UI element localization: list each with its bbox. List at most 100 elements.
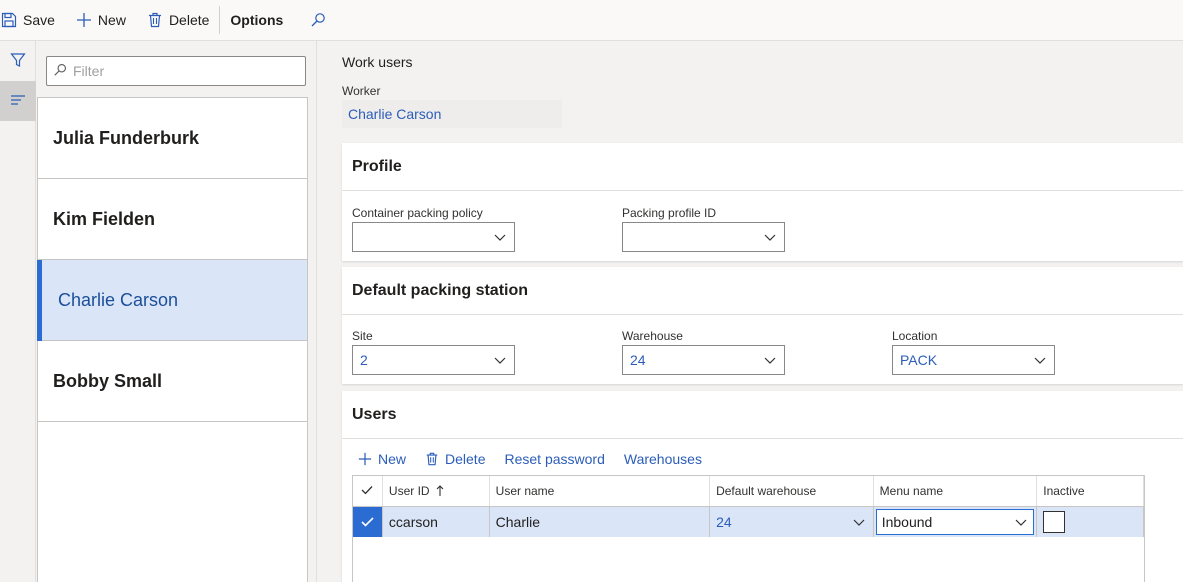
user-name-value: Charlie [495,514,541,530]
container-policy-label: Container packing policy [352,206,483,220]
left-rail [0,41,36,582]
row-select-checkbox[interactable] [353,507,383,537]
container-policy-field: Container packing policy [352,205,515,252]
profile-title: Profile [352,157,402,175]
save-button[interactable]: Save [0,0,55,41]
users-header[interactable]: Users [342,391,1183,439]
warehouse-value: 24 [630,352,646,368]
packing-station-header[interactable]: Default packing station [342,267,1183,315]
list-item[interactable]: Bobby Small [38,341,307,422]
users-grid: User ID User name Default warehouse Menu… [352,475,1145,582]
location-label: Location [892,329,938,343]
table-row[interactable]: ccarson Charlie 24 Inbound [353,507,1145,537]
location-field: Location PACK [892,328,1055,375]
search-button[interactable] [309,0,332,41]
list-view-button[interactable] [0,81,36,121]
inactive-header-label: Inactive [1043,484,1085,498]
checkmark-icon [361,514,374,530]
user-id-header-label: User ID [388,484,430,498]
location-value: PACK [900,352,938,368]
warehouse-label: Warehouse [622,329,683,343]
delete-label: Delete [168,12,210,28]
users-section: Users New Delete Reset password Warehous… [342,391,1183,582]
filter-box[interactable] [46,56,306,86]
list-item[interactable]: Julia Funderburk [38,98,307,179]
funnel-icon [10,52,26,71]
menu-name-value: Inbound [881,514,933,530]
column-header-default-warehouse[interactable]: Default warehouse [710,476,874,506]
inactive-checkbox[interactable] [1043,511,1066,533]
delete-button[interactable]: Delete [146,0,209,41]
users-new-button[interactable]: New [358,451,406,467]
warehouse-combo[interactable]: 24 [622,345,785,375]
location-combo[interactable]: PACK [892,345,1055,375]
page-caption: Work users [342,54,413,70]
user-name-cell[interactable]: Charlie [490,507,711,537]
column-header-inactive[interactable]: Inactive [1037,476,1144,506]
menu-name-combo[interactable]: Inbound [875,509,1035,535]
filter-input[interactable] [73,63,293,79]
menu-name-cell[interactable]: Inbound [874,507,1038,537]
new-label: New [97,12,126,28]
user-name-header-label: User name [495,484,555,498]
packing-profile-field: Packing profile ID [622,205,785,252]
packing-station-section: Default packing station Site 2 Warehouse… [342,267,1183,384]
profile-header[interactable]: Profile [342,143,1183,191]
chevron-down-icon [494,229,506,245]
options-label: Options [230,12,284,28]
plus-icon [75,11,93,29]
packing-profile-combo[interactable] [622,222,785,252]
packing-profile-label: Packing profile ID [622,206,717,220]
chevron-down-icon [1015,514,1027,530]
worker-list: Julia Funderburk Kim Fielden Charlie Car… [37,97,308,582]
users-toolbar: New Delete Reset password Warehouses [358,449,721,469]
chevron-down-icon [494,352,506,368]
grid-header: User ID User name Default warehouse Menu… [353,476,1144,507]
toolbar-divider [219,6,221,34]
list-item-selected[interactable]: Charlie Carson [37,260,307,341]
action-pane: Save New Delete Options [0,0,1183,41]
list-icon [10,92,26,111]
user-id-cell[interactable]: ccarson [383,507,490,537]
chevron-down-icon [764,229,776,245]
worker-field[interactable]: Charlie Carson [342,100,562,128]
reset-password-label: Reset password [504,451,605,467]
search-icon [53,63,67,80]
worker-label: Worker [342,84,381,98]
users-title: Users [352,405,397,423]
sort-ascending-icon [436,485,444,497]
site-combo[interactable]: 2 [352,345,515,375]
site-value: 2 [360,352,368,368]
column-header-menu-name[interactable]: Menu name [874,476,1038,506]
default-warehouse-header-label: Default warehouse [716,484,817,498]
chevron-down-icon [764,352,776,368]
warehouse-field: Warehouse 24 [622,328,785,375]
users-delete-button[interactable]: Delete [425,451,485,467]
container-policy-combo[interactable] [352,222,515,252]
list-pane: Julia Funderburk Kim Fielden Charlie Car… [37,41,317,582]
profile-section: Profile Container packing policy Packing… [342,143,1183,261]
column-header-user-id[interactable]: User ID [383,476,490,506]
chevron-down-icon [853,514,865,530]
list-item-label: Kim Fielden [53,208,156,229]
warehouses-label: Warehouses [623,451,702,467]
users-delete-label: Delete [445,451,486,467]
new-button[interactable]: New [75,0,126,41]
warehouses-button[interactable]: Warehouses [624,451,702,467]
plus-icon [358,452,372,466]
inactive-cell [1037,507,1145,537]
options-button[interactable]: Options [230,0,283,41]
filter-pane-button[interactable] [0,41,36,81]
list-item[interactable]: Kim Fielden [38,179,307,260]
users-new-label: New [378,451,407,467]
checkmark-icon [361,484,373,498]
list-item-label: Charlie Carson [58,289,179,310]
details-pane: Work users Worker Charlie Carson Profile… [318,41,1183,582]
reset-password-button[interactable]: Reset password [504,451,604,467]
column-header-user-name[interactable]: User name [490,476,711,506]
trash-icon [425,452,439,466]
save-icon [0,11,18,29]
default-warehouse-cell[interactable]: 24 [710,507,874,537]
site-field: Site 2 [352,328,515,375]
select-all-checkbox[interactable] [353,476,383,506]
